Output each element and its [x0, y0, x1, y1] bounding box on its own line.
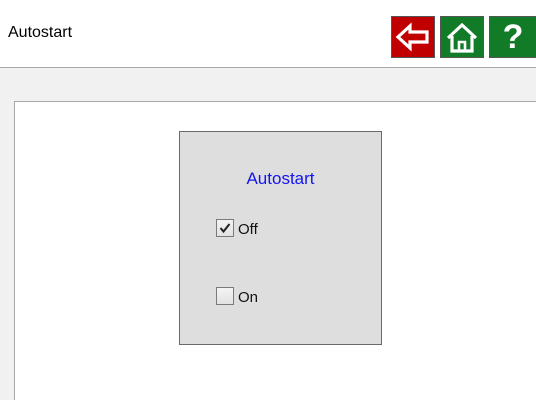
home-button[interactable] [440, 16, 484, 58]
autostart-group: Autostart Off On [179, 131, 382, 345]
check-mark-icon [219, 223, 231, 234]
page-title: Autostart [8, 24, 73, 41]
home-icon [446, 22, 478, 53]
autostart-screen: Autostart ? Autostart Off On [0, 0, 536, 400]
header-bar: Autostart ? [0, 0, 536, 68]
help-button[interactable]: ? [489, 16, 536, 58]
arrow-left-icon [395, 22, 429, 52]
back-button[interactable] [391, 16, 435, 58]
off-label: Off [238, 221, 258, 238]
on-label: On [238, 289, 259, 306]
group-title: Autostart [246, 169, 315, 188]
on-checkbox[interactable] [216, 287, 234, 305]
off-checkbox[interactable] [216, 219, 234, 237]
question-icon: ? [502, 18, 524, 56]
